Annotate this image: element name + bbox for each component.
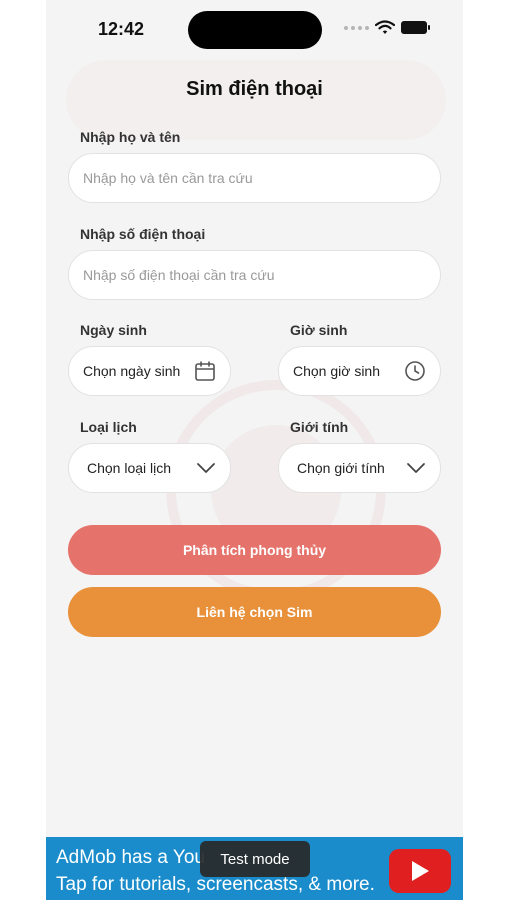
cellular-signal-icon <box>344 25 369 30</box>
gender-value: Chọn giới tính <box>297 460 385 476</box>
birth-time-value: Chọn giờ sinh <box>293 363 381 379</box>
birth-time-picker[interactable]: Chọn giờ sinh <box>278 346 441 396</box>
analyze-button-label: Phân tích phong thủy <box>182 542 327 558</box>
phone-input[interactable]: Nhập số điện thoại cần tra cứu <box>68 250 441 300</box>
clock-icon <box>404 360 426 382</box>
chevron-down-icon <box>196 462 216 474</box>
calendar-icon <box>194 360 216 382</box>
birth-date-picker[interactable]: Chọn ngày sinh <box>68 346 231 396</box>
gender-label: Giới tính <box>290 419 349 435</box>
calendar-type-select[interactable]: Chọn loại lịch <box>68 443 231 493</box>
youtube-play-icon[interactable] <box>389 849 451 893</box>
contact-button-label: Liên hệ chọn Sim <box>196 604 313 620</box>
dynamic-island <box>188 11 322 49</box>
name-placeholder: Nhập họ và tên cần tra cứu <box>83 170 253 186</box>
chevron-down-icon <box>406 462 426 474</box>
calendar-type-value: Chọn loại lịch <box>87 460 172 476</box>
phone-placeholder: Nhập số điện thoại cần tra cứu <box>83 267 275 283</box>
wifi-icon <box>375 20 395 34</box>
status-icons <box>344 20 430 35</box>
birth-date-label: Ngày sinh <box>80 322 147 338</box>
birth-date-value: Chọn ngày sinh <box>83 363 181 379</box>
ad-subline: Tap for tutorials, screencasts, & more. <box>56 874 375 895</box>
phone-screen: 12:42 Sim điện thoại Nhập họ và tên Nhập… <box>46 0 463 900</box>
page-title: Sim điện thoại <box>186 78 323 100</box>
name-label: Nhập họ và tên <box>80 129 181 145</box>
ad-headline: AdMob has a You <box>56 847 205 868</box>
contact-button[interactable]: Liên hệ chọn Sim <box>68 587 441 637</box>
name-input[interactable]: Nhập họ và tên cần tra cứu <box>68 153 441 203</box>
battery-icon <box>401 21 430 34</box>
analyze-button[interactable]: Phân tích phong thủy <box>68 525 441 575</box>
phone-label: Nhập số điện thoại <box>80 226 206 242</box>
calendar-type-label: Loại lịch <box>80 419 137 435</box>
gender-select[interactable]: Chọn giới tính <box>278 443 441 493</box>
test-mode-toast: Test mode <box>200 841 310 877</box>
status-time: 12:42 <box>98 19 145 39</box>
birth-time-label: Giờ sinh <box>290 322 348 338</box>
